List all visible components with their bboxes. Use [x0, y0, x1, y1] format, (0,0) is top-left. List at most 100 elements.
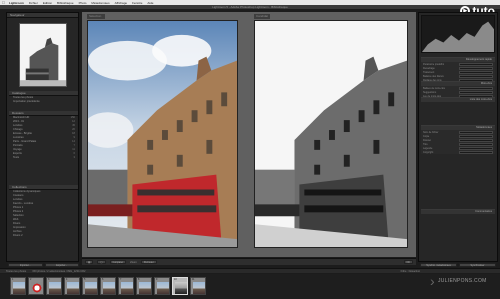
- filmstrip-thumbnail[interactable]: 4: [64, 277, 80, 295]
- thumbnail-index: 4: [66, 278, 68, 281]
- metadata-field[interactable]: [459, 150, 493, 154]
- filmstrip-filter[interactable]: Filtre : Désactivé: [401, 270, 420, 273]
- done-button[interactable]: OK: [403, 260, 413, 264]
- metadata-row: Copyright: [421, 150, 495, 154]
- keyword-list-section: Liste des mots-clés: [421, 97, 495, 102]
- menu-item-view[interactable]: Affichage: [115, 1, 127, 5]
- export-button[interactable]: Exporter...: [44, 263, 79, 267]
- grid-view-button[interactable]: ▦: [85, 260, 94, 264]
- folders-section: Dossiers Macintosh HD 150 2013 - 01 12 Londr…: [9, 111, 78, 160]
- quick-develop-field[interactable]: [459, 70, 493, 74]
- navigator-preview[interactable]: [19, 23, 67, 87]
- folders-list: Macintosh HD 150 2013 - 01 12 Londres 45 Chica…: [9, 116, 78, 160]
- filmstrip-thumbnail[interactable]: 3: [46, 277, 62, 295]
- comments-section: Commentaires: [421, 209, 495, 214]
- filmstrip-thumbnail[interactable]: 11: [190, 277, 206, 295]
- lightroom-window:  Lightroom Fichier Edition Bibliothèque…: [0, 0, 500, 299]
- filmstrip-thumbnail[interactable]: 1: [10, 277, 26, 295]
- thumbnail-image: [175, 282, 187, 294]
- quick-develop-label: Traitement: [423, 70, 435, 74]
- thumbnail-image: [157, 282, 169, 294]
- sync-metadata-button[interactable]: Synchro. métadonnées: [420, 263, 457, 267]
- metadata-label: Légende: [423, 146, 433, 150]
- metadata-label: Nom de fichier: [423, 130, 439, 134]
- compare-view-button[interactable]: Comparer: [109, 260, 127, 264]
- thumbnail-image: [31, 282, 43, 294]
- quick-develop-field[interactable]: [459, 66, 493, 70]
- credit-text: JULIENPONS.COM: [437, 278, 487, 284]
- metadata-field[interactable]: [459, 146, 493, 150]
- menu-app[interactable]: Lightroom: [9, 1, 24, 5]
- apple-icon[interactable]: : [2, 0, 6, 5]
- catalog-section: Catalogue Toutes les photos Importation …: [9, 91, 78, 104]
- quick-develop-field[interactable]: [459, 74, 493, 78]
- thumbnail-index: 11: [192, 278, 195, 281]
- thumbnail-image: [13, 282, 25, 294]
- quick-develop-field[interactable]: [459, 62, 493, 66]
- select-photo[interactable]: [87, 20, 238, 248]
- thumbnail-index: 1: [12, 278, 14, 281]
- thumbnail-image: [85, 282, 97, 294]
- menu-item-photo[interactable]: Photo: [79, 1, 87, 5]
- thumbnail-index: 7: [120, 278, 122, 281]
- catalog-item-previous[interactable]: Importation précédente: [9, 100, 78, 104]
- filmstrip-thumbnail[interactable]: 10: [172, 277, 188, 295]
- thumbnail-index: 5: [84, 278, 86, 281]
- keyword-field[interactable]: [459, 90, 493, 94]
- menu-item-library[interactable]: Bibliothèque: [57, 1, 74, 5]
- credit-watermark: › JULIENPONS.COM: [430, 274, 487, 288]
- filmstrip-thumbnail[interactable]: 9: [154, 277, 170, 295]
- filmstrip-thumbnail[interactable]: 5: [82, 277, 98, 295]
- thumbnail-index: 2: [30, 278, 32, 281]
- filmstrip-thumbnail[interactable]: 6: [100, 277, 116, 295]
- candidate-label: Candidat: [254, 14, 270, 19]
- compare-view: Sélection Candidat: [82, 12, 416, 257]
- thumbnail-index: 8: [138, 278, 140, 281]
- quick-develop-label: Recadrage: [423, 66, 435, 70]
- keyword-field[interactable]: [459, 86, 493, 90]
- swap-button[interactable]: Permuter: [140, 260, 157, 264]
- menu-item-help[interactable]: Aide: [147, 1, 153, 5]
- keywords-section: Mots-clés Balises de mots-clés Suggestion…: [421, 81, 495, 98]
- collections-section: Collections Collections dynamiques Couleu…: [9, 185, 78, 238]
- metadata-field[interactable]: [459, 130, 493, 134]
- folder-item[interactable]: Tests 3: [9, 156, 78, 160]
- filmstrip-thumbnail[interactable]: 2: [28, 277, 44, 295]
- filmstrip-info: 150 photos / 2 sélectionnées / IMG_1234.…: [32, 269, 86, 273]
- metadata-section: Métadonnées Nom de fichier Copie Dossier Ti…: [421, 125, 495, 154]
- candidate-photo[interactable]: [254, 20, 408, 248]
- filmstrip-thumbnail[interactable]: 7: [118, 277, 134, 295]
- menu-item-file[interactable]: Fichier: [29, 1, 38, 5]
- compare-toolbar: ▦ ▢ Comparer Zoom Permuter OK: [82, 258, 416, 265]
- filmstrip: 1 2 3 4 5 6 7 8 9 10 11: [0, 274, 500, 299]
- keyword-label: Suggestions: [423, 90, 437, 94]
- metadata-label: Titre: [423, 142, 428, 146]
- sync-settings-button[interactable]: Synchroniser: [459, 263, 496, 267]
- metadata-field[interactable]: [459, 138, 493, 142]
- thumbnail-index: 6: [102, 278, 104, 281]
- menu-item-edit[interactable]: Edition: [43, 1, 52, 5]
- loupe-view-button[interactable]: ▢: [97, 260, 106, 264]
- menu-item-window[interactable]: Fenêtre: [132, 1, 142, 5]
- metadata-field[interactable]: [459, 134, 493, 138]
- filmstrip-thumbnail[interactable]: 8: [136, 277, 152, 295]
- metadata-label: Dossier: [423, 138, 432, 142]
- right-panel: Développement rapide Paramètre prédéfini…: [418, 12, 498, 262]
- keyword-list-header[interactable]: Liste des mots-clés: [421, 98, 495, 102]
- thumbnail-image: [103, 282, 115, 294]
- thumbnail-image: [67, 282, 79, 294]
- import-button[interactable]: Importer...: [8, 263, 43, 267]
- window-title: Lightroom 5 - Adobe Photoshop Lightroom …: [0, 5, 500, 9]
- menu-item-metadata[interactable]: Métadonnées: [91, 1, 109, 5]
- quick-develop-label: Balance des blancs: [423, 74, 444, 78]
- comments-header[interactable]: Commentaires: [421, 210, 495, 214]
- collection-item[interactable]: Divers 2: [9, 234, 78, 238]
- thumbnail-image: [49, 282, 61, 294]
- collections-list: Collections dynamiques Couleurs Londres Fav…: [9, 190, 78, 238]
- metadata-label: Copie: [423, 134, 430, 138]
- filmstrip-source[interactable]: Toutes les photos: [6, 270, 26, 273]
- thumbnail-image: [193, 282, 205, 294]
- navigator-header[interactable]: Navigateur: [7, 13, 78, 18]
- keyword-label: Balises de mots-clés: [423, 86, 445, 90]
- metadata-field[interactable]: [459, 142, 493, 146]
